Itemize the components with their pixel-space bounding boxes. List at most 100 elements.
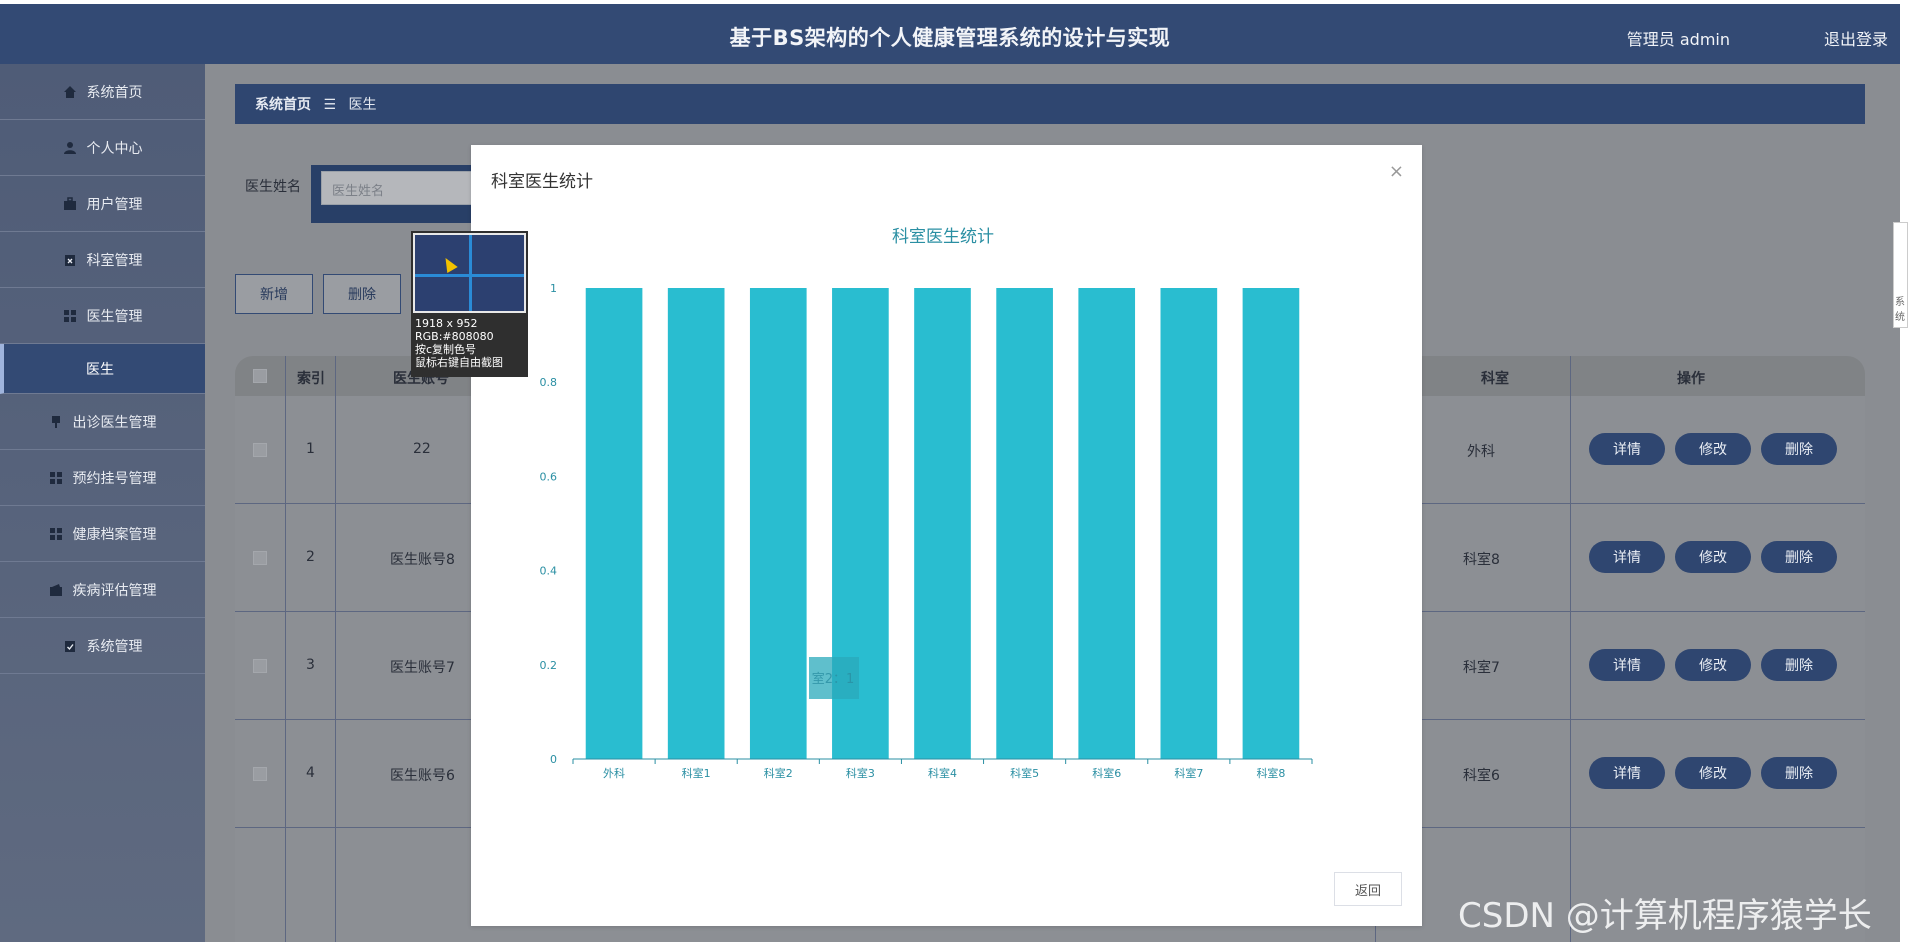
bar-series — [585, 288, 1300, 759]
chart-title: 科室医生统计 — [892, 227, 994, 247]
stamp-icon — [51, 415, 60, 428]
grid-icon — [49, 471, 62, 484]
magnifier-lens — [413, 233, 526, 313]
x-tick-label: 科室5 — [1010, 766, 1039, 780]
row-account: 22 — [413, 441, 431, 457]
sidebar-item-appointment-management[interactable]: 预约挂号管理 — [0, 450, 205, 506]
return-button[interactable]: 返回 — [1334, 872, 1402, 906]
edit-button[interactable]: 修改 — [1675, 649, 1751, 681]
bar-科室6[interactable] — [1078, 288, 1136, 759]
select-all-checkbox[interactable] — [253, 369, 267, 383]
bar-科室7[interactable] — [1160, 288, 1218, 759]
y-axis: 0 0.2 0.4 0.6 0.8 1 — [540, 282, 558, 766]
sidebar-item-label: 预约挂号管理 — [72, 470, 157, 487]
y-tick-label: 0.4 — [540, 565, 558, 578]
delete-row-button[interactable]: 删除 — [1761, 649, 1837, 681]
bar-外科[interactable] — [585, 288, 643, 759]
cursor-icon — [440, 254, 458, 274]
edit-button[interactable]: 修改 — [1675, 757, 1751, 789]
bar-科室1[interactable] — [667, 288, 725, 759]
sidebar-item-label: 个人中心 — [86, 140, 143, 157]
sidebar-item-label: 出诊医生管理 — [72, 414, 157, 431]
x-tick-label: 科室7 — [1174, 766, 1203, 780]
sidebar-item-disease-assessment-management[interactable]: 疾病评估管理 — [0, 562, 205, 618]
app-title: 基于BS架构的个人健康管理系统的设计与实现 — [729, 26, 1171, 50]
sidebar-item-doctor-management[interactable]: 医生管理 — [0, 288, 205, 344]
row-department: 外科 — [1467, 444, 1495, 460]
delete-button[interactable]: 删除 — [323, 274, 401, 314]
chart-tooltip: 室2：1 — [809, 657, 859, 699]
y-tick-label: 0.8 — [540, 376, 558, 389]
picker-info: 1918 x 952 RGB:#808080 按c复制色号 鼠标右键自由截图 — [415, 317, 503, 369]
wallet-icon — [49, 583, 62, 596]
picker-size: 1918 x 952 — [415, 317, 478, 330]
row-checkbox[interactable] — [253, 443, 267, 457]
x-tick-label: 科室1 — [682, 766, 711, 780]
detail-button[interactable]: 详情 — [1589, 433, 1665, 465]
breadcrumb-separator-icon: ☰ — [323, 97, 337, 113]
row-account: 医生账号8 — [390, 552, 455, 568]
picker-hint-copy: 按c复制色号 — [415, 343, 477, 356]
add-button[interactable]: 新增 — [235, 274, 313, 314]
delete-row-button[interactable]: 删除 — [1761, 757, 1837, 789]
sidebar-item-visiting-doctor-management[interactable]: 出诊医生管理 — [0, 394, 205, 450]
row-index: 4 — [306, 765, 315, 781]
column-header-department: 科室 — [1481, 371, 1509, 387]
detail-button[interactable]: 详情 — [1589, 649, 1665, 681]
bar-科室8[interactable] — [1242, 288, 1300, 759]
grid-icon — [49, 527, 62, 540]
side-floating-panel[interactable]: 系统 — [1893, 222, 1908, 328]
sidebar-item-label: 医生 — [86, 361, 114, 378]
clipboard-x-icon — [64, 254, 75, 266]
sidebar-item-label: 系统首页 — [86, 84, 143, 101]
detail-button[interactable]: 详情 — [1589, 757, 1665, 789]
edit-button[interactable]: 修改 — [1675, 541, 1751, 573]
sidebar-item-health-record-management[interactable]: 健康档案管理 — [0, 506, 205, 562]
row-index: 3 — [306, 657, 315, 673]
delete-row-button[interactable]: 删除 — [1761, 541, 1837, 573]
tooltip-text: 室2：1 — [812, 671, 855, 687]
sidebar-item-personal-center[interactable]: 个人中心 — [0, 120, 205, 176]
person-icon — [63, 141, 76, 154]
picker-rgb: RGB:#808080 — [415, 330, 494, 343]
doctor-name-label: 医生姓名 — [245, 179, 301, 195]
row-checkbox[interactable] — [253, 551, 267, 565]
delete-row-button[interactable]: 删除 — [1761, 433, 1837, 465]
sidebar-item-home[interactable]: 系统首页 — [0, 64, 205, 120]
sidebar-item-user-management[interactable]: 用户管理 — [0, 176, 205, 232]
row-checkbox[interactable] — [253, 659, 267, 673]
row-checkbox[interactable] — [253, 767, 267, 781]
column-header-index: 索引 — [297, 371, 325, 387]
edit-button[interactable]: 修改 — [1675, 433, 1751, 465]
briefcase-icon — [63, 196, 76, 210]
row-department: 科室6 — [1463, 768, 1500, 784]
sidebar-item-label: 医生管理 — [86, 308, 143, 325]
grid-icon — [63, 309, 76, 322]
bar-科室4[interactable] — [914, 288, 971, 759]
sidebar-item-label: 用户管理 — [86, 196, 143, 213]
logout-link[interactable]: 退出登录 — [1824, 26, 1888, 50]
breadcrumb-home[interactable]: 系统首页 — [255, 97, 311, 113]
row-department: 科室7 — [1463, 660, 1500, 676]
detail-button[interactable]: 详情 — [1589, 541, 1665, 573]
x-tick-label: 科室8 — [1256, 766, 1285, 780]
sidebar-item-label: 疾病评估管理 — [72, 582, 157, 599]
breadcrumb-current: 医生 — [348, 97, 377, 113]
crosshair-vertical — [469, 235, 472, 311]
side-floating-panel-label: 系统 — [1895, 297, 1905, 323]
sidebar-item-department-management[interactable]: 科室管理 — [0, 232, 205, 288]
row-account: 医生账号7 — [390, 660, 455, 676]
x-tick-label: 科室2 — [764, 766, 793, 780]
row-index: 1 — [306, 441, 315, 457]
watermark: CSDN @计算机程序猿学长 — [1458, 896, 1872, 936]
x-tick-label: 科室4 — [928, 766, 957, 780]
y-tick-label: 0 — [550, 753, 557, 766]
x-axis: 外科 科室1 科室2 科室3 科室4 科室5 科室6 科室7 科室8 — [572, 758, 1313, 780]
bar-科室5[interactable] — [996, 288, 1053, 759]
picker-hint-screenshot: 鼠标右键自由截图 — [415, 356, 503, 369]
row-account: 医生账号6 — [390, 768, 455, 784]
clipboard-check-icon — [64, 640, 75, 652]
sidebar-item-system-management[interactable]: 系统管理 — [0, 618, 205, 674]
bar-科室2[interactable] — [749, 288, 807, 759]
sidebar-item-doctor[interactable]: 医生 — [0, 344, 205, 394]
